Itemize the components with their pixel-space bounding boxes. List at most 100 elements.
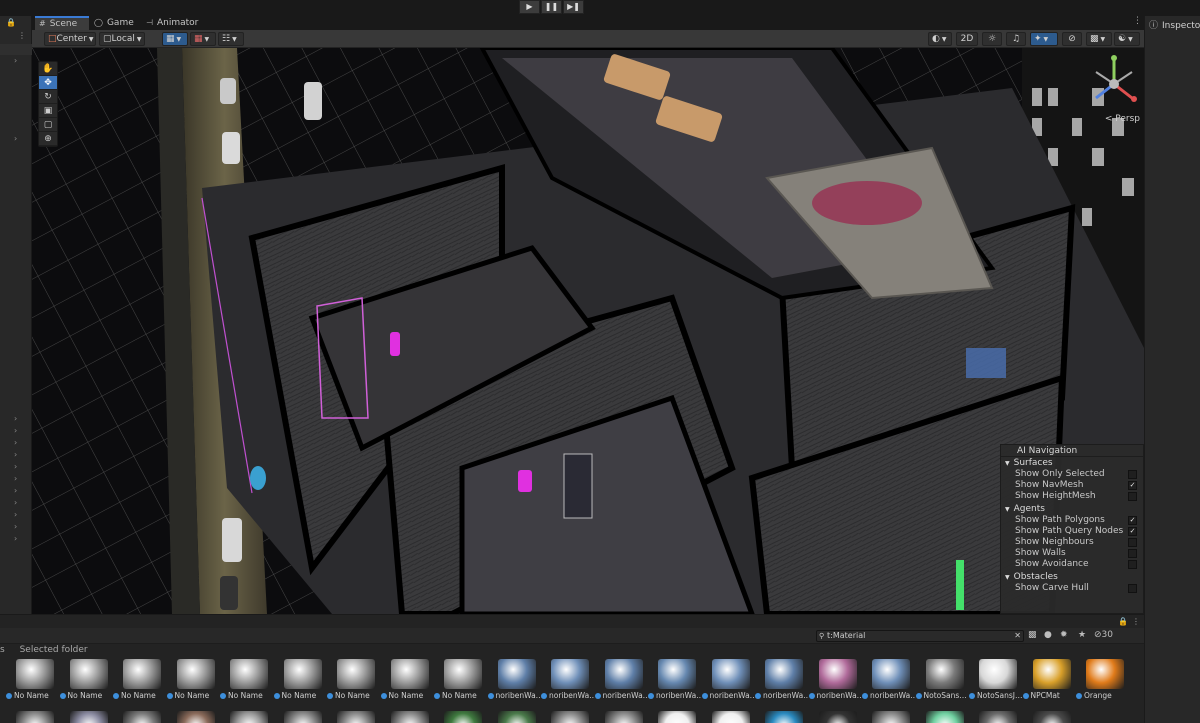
agents-section[interactable]: ▼ Agents <box>1001 503 1143 515</box>
material-asset[interactable] <box>497 711 536 723</box>
snap-increment-button[interactable]: ▦ ▼ <box>190 32 216 46</box>
material-asset[interactable] <box>390 711 429 723</box>
panel-menu-icon[interactable]: ⋮ <box>1132 617 1140 626</box>
pivot-center-dropdown[interactable]: □Center ▼ <box>44 32 96 46</box>
effects-button[interactable]: ✦ ▼ <box>1030 32 1058 46</box>
material-asset[interactable] <box>1032 711 1071 723</box>
hidden-objects-button[interactable]: ⊘ <box>1062 32 1082 46</box>
expand-arrow-icon[interactable]: › <box>14 426 17 435</box>
material-asset[interactable] <box>979 711 1017 723</box>
material-asset[interactable]: No Name <box>327 657 379 705</box>
panel-menu-icon[interactable]: ⋮ <box>18 31 26 40</box>
material-asset[interactable] <box>283 711 322 723</box>
material-asset[interactable]: No Name <box>434 657 486 705</box>
show-walls-checkbox[interactable] <box>1128 549 1137 559</box>
material-asset[interactable]: No Name <box>380 657 433 705</box>
scene-view[interactable]: ✋ ✥ ↻ ▣ ▢ ⊕ < Persp AI Navigation ▼ Surfa… <box>32 48 1144 614</box>
material-asset[interactable]: noribenWa… <box>862 657 916 705</box>
rect-icon[interactable]: ▢ <box>39 118 57 132</box>
show-only-selected-checkbox[interactable] <box>1128 470 1137 479</box>
material-asset[interactable] <box>444 711 482 723</box>
label-icon[interactable]: ✹ <box>1060 630 1068 640</box>
play-icon[interactable]: ▶ <box>519 0 540 14</box>
material-asset[interactable]: noribenWa… <box>541 657 595 705</box>
expand-arrow-icon[interactable]: › <box>14 438 17 447</box>
tab-inspector[interactable]: ⓘ Inspector <box>1149 18 1200 31</box>
project-search-input[interactable]: ⚲ t:Material ✕ <box>816 630 1024 642</box>
show-path-polygons-checkbox[interactable]: ✓ <box>1128 515 1137 525</box>
transform-icon[interactable]: ⊕ <box>39 132 57 146</box>
material-asset[interactable] <box>872 711 910 723</box>
show-avoidance-checkbox[interactable] <box>1128 560 1137 570</box>
expand-arrow-icon[interactable]: › <box>14 462 17 471</box>
material-asset[interactable]: No Name <box>6 657 58 705</box>
expand-arrow-icon[interactable]: › <box>14 522 17 531</box>
show-navmesh-checkbox[interactable]: ✓ <box>1128 481 1137 491</box>
move-icon[interactable]: ✥ <box>39 76 57 90</box>
material-asset[interactable]: noribenWa… <box>594 657 649 705</box>
mode-2d-button[interactable]: 2D <box>956 32 978 46</box>
scale-icon[interactable]: ▣ <box>39 104 57 118</box>
material-asset[interactable] <box>551 711 589 723</box>
lock-icon[interactable]: 🔒 <box>1118 617 1128 626</box>
step-icon[interactable]: ▶❚ <box>563 0 584 14</box>
tab-game[interactable]: ◯ Game <box>90 16 140 30</box>
expand-arrow-icon[interactable]: › <box>14 134 17 143</box>
material-asset[interactable] <box>711 711 750 723</box>
material-asset[interactable]: No Name <box>273 657 326 705</box>
material-asset[interactable] <box>230 711 268 723</box>
search-by-type-icon[interactable]: ▩ <box>1028 630 1037 640</box>
material-asset[interactable] <box>765 711 803 723</box>
material-asset[interactable] <box>69 711 108 723</box>
camera-settings-button[interactable]: ▩ ▼ <box>1086 32 1112 46</box>
material-asset[interactable] <box>818 711 857 723</box>
rotate-icon[interactable]: ↻ <box>39 90 57 104</box>
hidden-packages-icon[interactable]: ⊘30 <box>1094 630 1113 640</box>
material-asset[interactable]: noribenWa… <box>648 657 702 705</box>
show-neighbours-checkbox[interactable] <box>1128 537 1137 547</box>
gizmos-button[interactable]: ☯ ▼ <box>1114 32 1140 46</box>
tab-scene[interactable]: # Scene <box>35 16 89 30</box>
lock-icon[interactable]: 🔒 <box>6 18 16 27</box>
expand-arrow-icon[interactable]: › <box>14 474 17 483</box>
show-path-query-nodes-checkbox[interactable]: ✓ <box>1128 526 1137 536</box>
material-asset[interactable]: No Name <box>113 657 165 705</box>
show-heightmesh-checkbox[interactable] <box>1128 492 1137 502</box>
hierarchy-search[interactable] <box>0 44 32 55</box>
audio-button[interactable]: ♫ <box>1006 32 1026 46</box>
material-asset[interactable]: noribenWa… <box>755 657 809 705</box>
tab-animator[interactable]: ⊣ Animator <box>142 16 208 30</box>
grid-snap-button[interactable]: ▦ ▼ <box>162 32 188 46</box>
material-asset[interactable] <box>604 711 643 723</box>
expand-arrow-icon[interactable]: › <box>14 450 17 459</box>
material-asset[interactable] <box>176 711 215 723</box>
lighting-button[interactable]: ☼ <box>982 32 1002 46</box>
material-asset[interactable] <box>16 711 54 723</box>
material-asset[interactable] <box>925 711 964 723</box>
material-asset[interactable]: NPCMat <box>1022 657 1075 705</box>
material-asset[interactable]: noribenWa… <box>701 657 756 705</box>
material-asset[interactable]: Orange <box>1076 657 1128 705</box>
material-asset[interactable] <box>123 711 161 723</box>
obstacles-section[interactable]: ▼ Obstacles <box>1001 571 1143 583</box>
expand-arrow-icon[interactable]: › <box>14 56 17 65</box>
expand-arrow-icon[interactable]: › <box>14 486 17 495</box>
pause-icon[interactable]: ❚❚ <box>541 0 562 14</box>
draw-mode-button[interactable]: ◐ ▼ <box>928 32 952 46</box>
expand-arrow-icon[interactable]: › <box>14 498 17 507</box>
increment-snap-button[interactable]: ☷ ▼ <box>218 32 244 46</box>
favorite-star-icon[interactable]: ★ <box>1078 630 1086 640</box>
show-carve-hull-checkbox[interactable] <box>1128 583 1137 593</box>
material-asset[interactable]: noribenWa… <box>487 657 542 705</box>
breadcrumb-folder[interactable]: Selected folder <box>20 645 88 655</box>
tab-menu-icon[interactable]: ⋮ <box>1133 16 1142 26</box>
clear-search-icon[interactable]: ✕ <box>1014 631 1021 641</box>
material-asset[interactable]: NotoSans… <box>915 657 968 705</box>
material-asset[interactable]: No Name <box>166 657 219 705</box>
material-asset[interactable] <box>337 711 375 723</box>
space-local-dropdown[interactable]: ▢Local ▼ <box>99 32 145 46</box>
material-asset[interactable]: noribenWa… <box>808 657 863 705</box>
expand-arrow-icon[interactable]: › <box>14 414 17 423</box>
expand-arrow-icon[interactable]: › <box>14 510 17 519</box>
surfaces-section[interactable]: ▼ Surfaces <box>1001 457 1143 469</box>
